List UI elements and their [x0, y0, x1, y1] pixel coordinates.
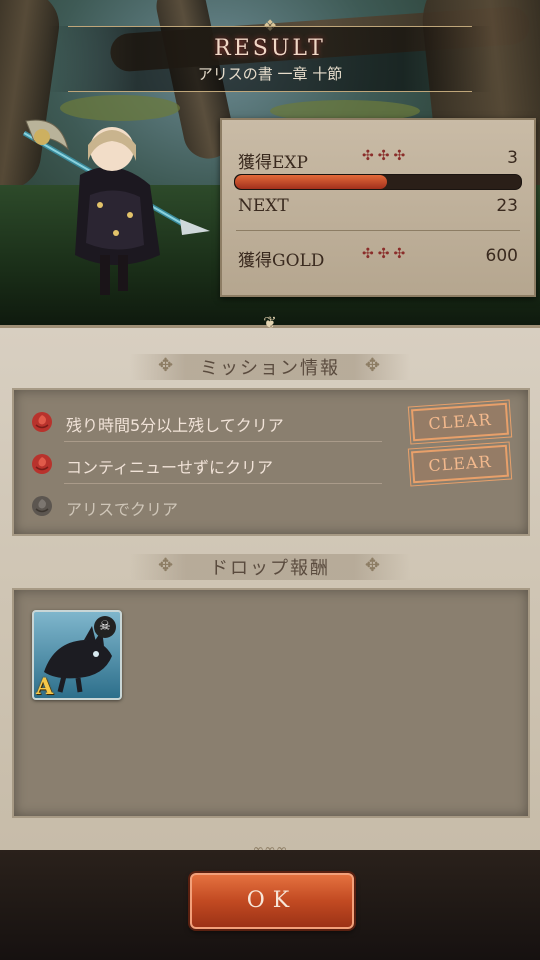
diamond-ornament-icon: ✥ — [158, 555, 176, 576]
mission-label: アリスでクリア — [66, 500, 179, 519]
skull-icon: ☠ — [94, 616, 116, 638]
divider — [64, 483, 382, 484]
rose-icon — [32, 412, 52, 432]
diamond-ornament-icon: ✥ — [364, 555, 382, 576]
exp-value: 3 — [507, 148, 518, 168]
drop-reward-list: ☠ A — [12, 588, 530, 818]
exp-ornament: ✣✣✣ — [362, 148, 410, 164]
mission-heading-label: ミッション情報 — [200, 358, 340, 379]
next-row: NEXT 23 — [238, 196, 518, 220]
character-sprite — [22, 119, 210, 295]
clear-stamp: CLEAR — [407, 441, 513, 487]
mission-item: アリスでクリア — [30, 486, 512, 526]
drop-heading: ✥ ドロップ報酬 ✥ — [130, 554, 410, 580]
mission-label: 残り時間5分以上残してクリア — [66, 416, 284, 435]
ornament-icon: ❦ — [263, 313, 277, 332]
rose-icon-inactive — [32, 496, 52, 516]
exp-progress-bar — [234, 174, 522, 190]
gold-label: 獲得GOLD — [238, 251, 325, 271]
mission-heading: ✥ ミッション情報 ✥ — [130, 354, 410, 380]
next-value: 23 — [496, 196, 518, 216]
mission-item: 残り時間5分以上残してクリア CLEAR — [30, 399, 513, 445]
gold-ornament: ✣✣✣ — [362, 246, 410, 262]
rose-icon — [32, 454, 52, 474]
diamond-ornament-icon: ✥ — [364, 355, 382, 376]
ok-button[interactable]: OK — [190, 873, 354, 929]
page-title: RESULT — [214, 36, 326, 61]
exp-row: 獲得EXP ✣✣✣ 3 — [238, 148, 518, 173]
result-stats-panel: 獲得EXP ✣✣✣ 3 NEXT 23 獲得GOLD ✣✣✣ 600 — [220, 118, 536, 297]
mission-label: コンティニューせずにクリア — [66, 458, 274, 477]
mission-item: コンティニューせずにクリア CLEAR — [30, 441, 513, 487]
result-title-banner: RESULT アリスの書 一章 十節 — [48, 26, 492, 92]
exp-progress-fill — [235, 175, 387, 189]
drop-item-weapon[interactable]: ☠ A — [32, 610, 122, 700]
gold-row: 獲得GOLD ✣✣✣ 600 — [238, 246, 518, 271]
stage-name: アリスの書 一章 十節 — [197, 65, 343, 83]
divider — [64, 441, 382, 442]
drop-heading-label: ドロップ報酬 — [210, 558, 330, 579]
item-rank: A — [36, 674, 54, 700]
clear-stamp: CLEAR — [407, 399, 513, 445]
next-label: NEXT — [238, 196, 289, 216]
battle-scene-background: ❖ RESULT アリスの書 一章 十節 獲得EXP ✣✣✣ 3 NEXT 23 — [0, 0, 540, 325]
gold-value: 600 — [485, 246, 518, 266]
mission-list: 残り時間5分以上残してクリア CLEAR コンティニューせずにクリア CLEAR… — [12, 388, 530, 536]
diamond-ornament-icon: ✥ — [158, 355, 176, 376]
exp-label: 獲得EXP — [238, 153, 308, 173]
divider — [236, 230, 520, 231]
